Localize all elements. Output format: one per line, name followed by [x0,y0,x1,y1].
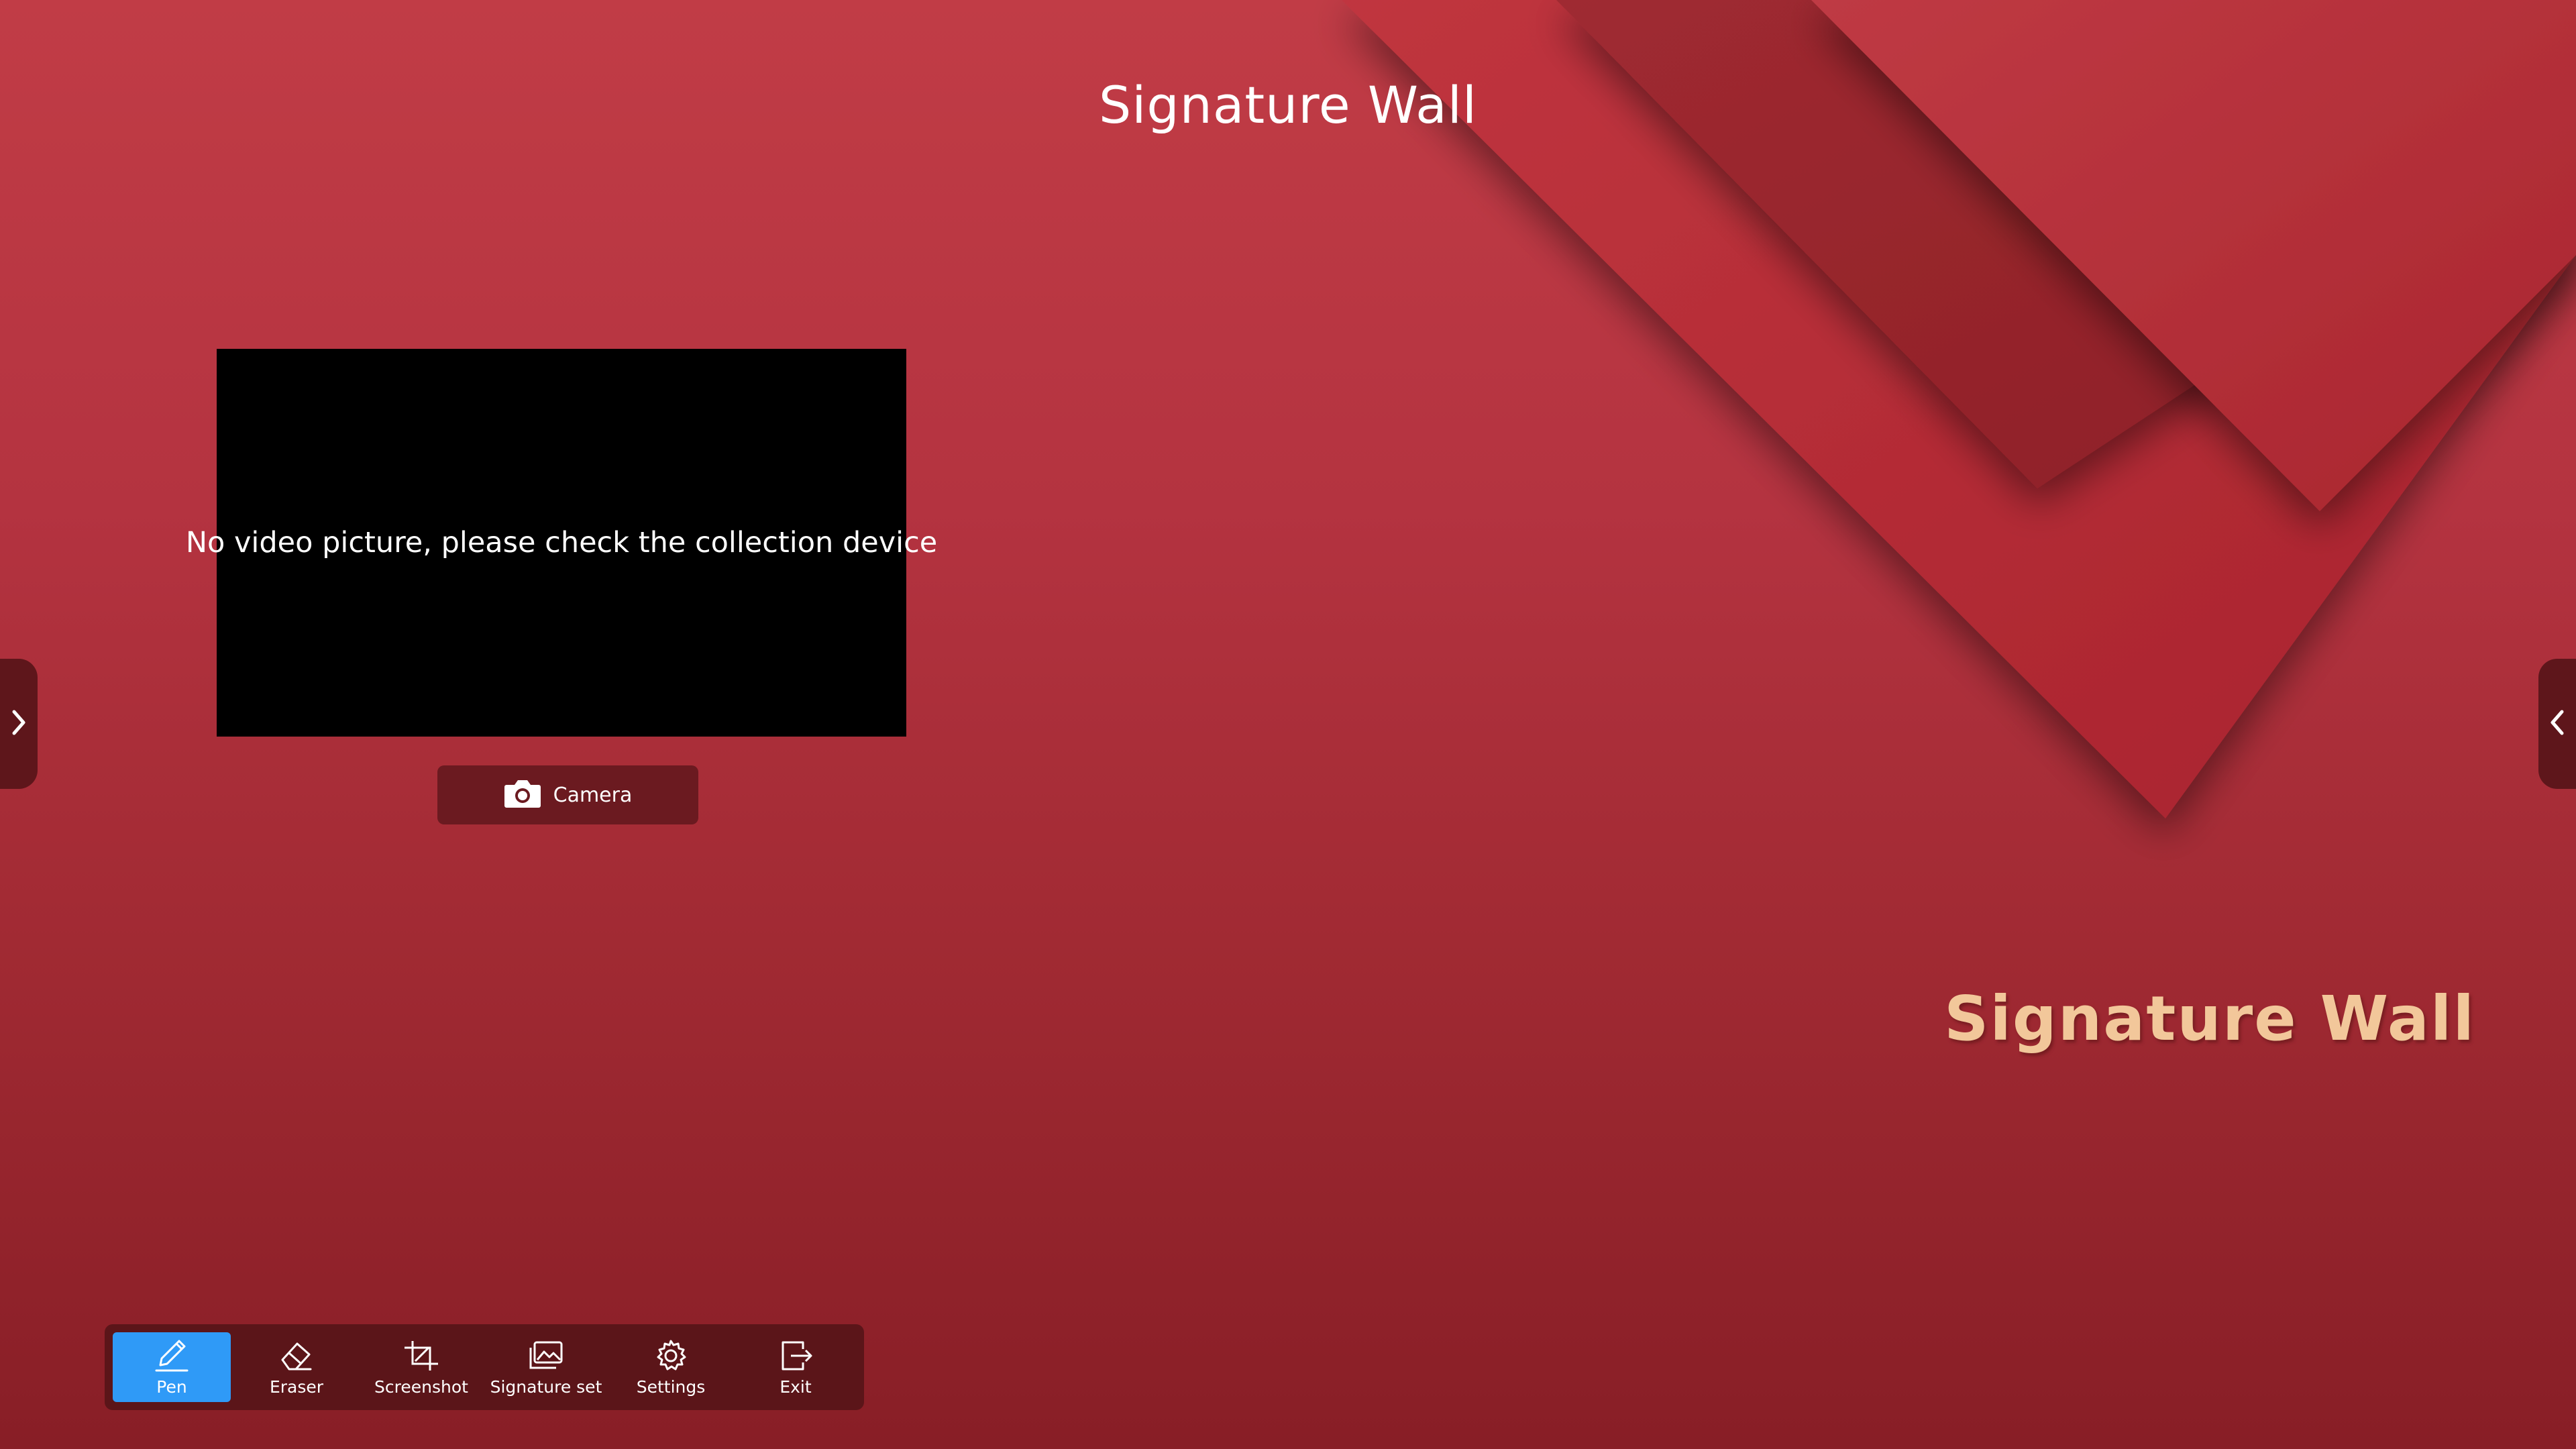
brand-text: Signature Wall [1944,983,2475,1055]
pen-tool-label: Pen [156,1377,187,1397]
eraser-tool-button[interactable]: Eraser [237,1332,356,1402]
chevron-left-icon [2548,709,2566,739]
images-icon [527,1338,566,1373]
right-panel-toggle[interactable] [2538,659,2576,789]
pen-icon [152,1338,191,1373]
camera-button[interactable]: Camera [437,765,698,824]
crop-icon [402,1338,441,1373]
exit-label: Exit [780,1377,812,1397]
eraser-icon [277,1338,316,1373]
video-status-message: No video picture, please check the colle… [185,526,938,559]
signature-set-label: Signature set [490,1377,602,1397]
chevron-right-icon [10,709,28,739]
camera-button-label: Camera [553,783,633,807]
eraser-tool-label: Eraser [269,1377,324,1397]
settings-label: Settings [636,1377,706,1397]
settings-button[interactable]: Settings [612,1332,730,1402]
camera-icon [504,778,541,812]
screenshot-tool-label: Screenshot [374,1377,468,1397]
signature-set-button[interactable]: Signature set [487,1332,605,1402]
video-preview: No video picture, please check the colle… [186,349,937,737]
gear-icon [651,1338,690,1373]
left-panel-toggle[interactable] [0,659,38,789]
page-title: Signature Wall [1099,75,1477,135]
exit-button[interactable]: Exit [737,1332,855,1402]
screenshot-tool-button[interactable]: Screenshot [362,1332,480,1402]
exit-icon [776,1338,815,1373]
pen-tool-button[interactable]: Pen [113,1332,231,1402]
bottom-toolbar: Pen Eraser Screenshot Signature set Sett… [105,1324,864,1410]
